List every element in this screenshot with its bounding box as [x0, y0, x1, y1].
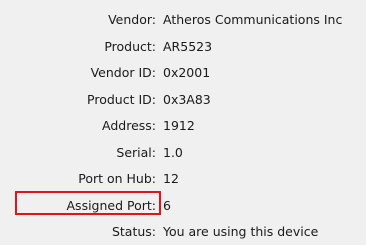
- property-row-port-on-hub: Port on Hub: 12: [0, 165, 366, 192]
- property-label: Product:: [104, 38, 156, 54]
- property-label: Product ID:: [87, 91, 156, 107]
- property-label: Port on Hub:: [78, 171, 156, 186]
- property-label: Vendor:: [108, 12, 156, 27]
- property-row-status: Status: You are using this device: [0, 218, 366, 245]
- property-row-serial: Serial: 1.0: [0, 139, 366, 166]
- property-value: 0x2001: [163, 65, 211, 80]
- property-value: You are using this device: [163, 224, 319, 239]
- property-value: 6: [163, 197, 171, 213]
- property-value: AR5523: [163, 38, 213, 54]
- property-value: 1912: [163, 118, 195, 133]
- property-value: 12: [163, 171, 179, 186]
- property-label: Vendor ID:: [90, 65, 156, 80]
- property-label: Serial:: [116, 144, 156, 160]
- property-value: Atheros Communications Inc: [163, 12, 343, 27]
- property-row-vendor: Vendor: Atheros Communications Inc: [0, 6, 366, 33]
- property-row-address: Address: 1912: [0, 112, 366, 139]
- property-label: Address:: [102, 118, 156, 133]
- property-row-product-id: Product ID: 0x3A83: [0, 86, 366, 113]
- property-row-assigned-port: Assigned Port: 6: [0, 192, 366, 219]
- property-row-product: Product: AR5523: [0, 33, 366, 60]
- property-label: Assigned Port:: [66, 197, 157, 213]
- device-properties-panel: Vendor: Atheros Communications Inc Produ…: [0, 6, 366, 245]
- property-label: Status:: [111, 224, 156, 239]
- property-value: 1.0: [163, 144, 183, 160]
- property-row-vendor-id: Vendor ID: 0x2001: [0, 59, 366, 86]
- property-value: 0x3A83: [163, 91, 211, 107]
